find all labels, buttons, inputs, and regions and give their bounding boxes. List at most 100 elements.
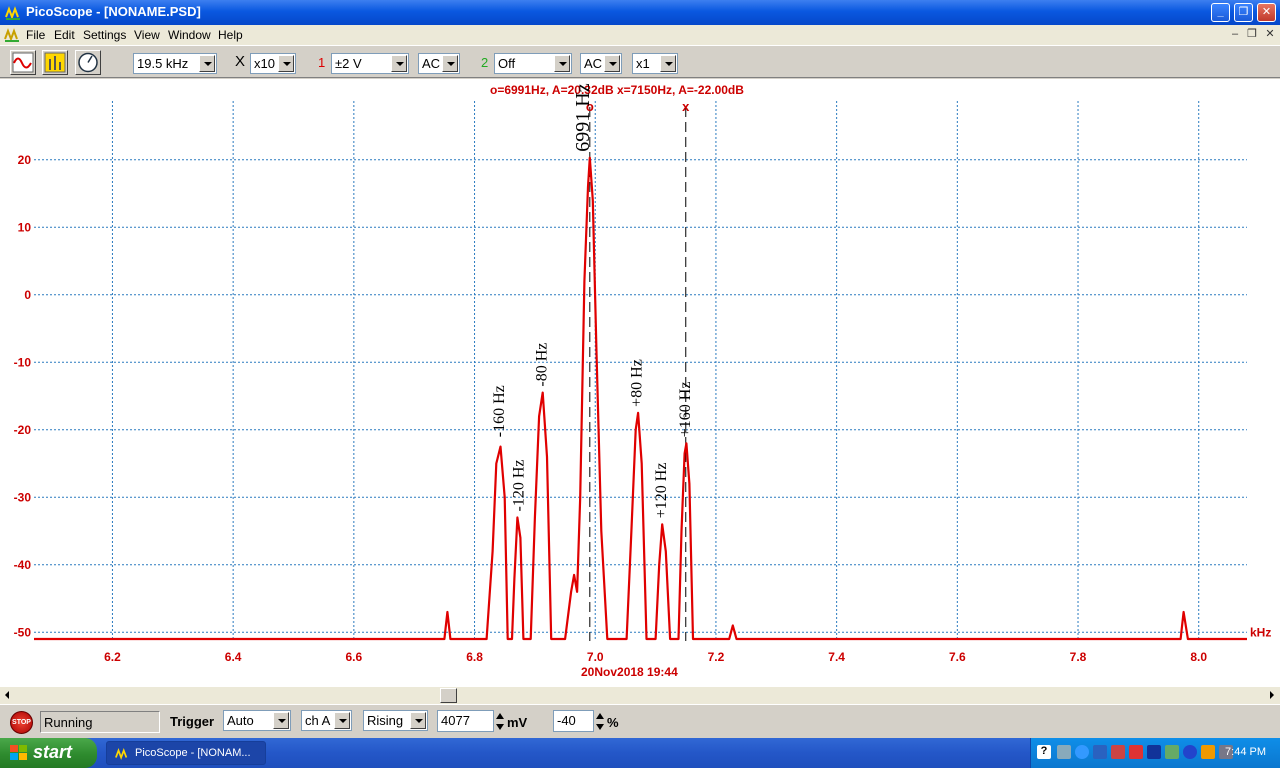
menu-edit[interactable]: Edit [54, 28, 75, 42]
help-icon[interactable]: ? [1037, 745, 1051, 759]
chevron-down-icon[interactable] [604, 55, 620, 72]
trigger-delay-value: -40 [557, 713, 576, 728]
x-tick-label: 6.2 [104, 650, 121, 664]
menu-bar: File Edit Settings View Window Help – ❐ … [0, 25, 1280, 45]
menu-file[interactable]: File [26, 28, 45, 42]
chevron-down-icon[interactable] [273, 712, 289, 729]
x-tick-label: 7.2 [708, 650, 725, 664]
channel-2-multiplier-select[interactable]: x1 [632, 53, 678, 74]
y-tick-label: 0 [24, 288, 31, 302]
trigger-edge-select[interactable]: Rising [363, 710, 428, 731]
chevron-down-icon[interactable] [442, 55, 458, 72]
peak-annotation: 6991 Hz [572, 83, 594, 151]
title-bar: PicoScope - [NONAME.PSD] _ ❐ ✕ [0, 0, 1280, 25]
x-tick-label: 8.0 [1190, 650, 1207, 664]
menu-settings[interactable]: Settings [83, 28, 126, 42]
scroll-left-arrow-icon[interactable] [0, 687, 17, 704]
channel-2-range-select[interactable]: Off [494, 53, 572, 74]
picoscope-task-icon [115, 748, 128, 760]
chevron-down-icon[interactable] [334, 712, 350, 729]
monitor-icon[interactable] [1147, 745, 1161, 759]
spectrum-view-button[interactable] [42, 50, 68, 75]
channel-1-range-select[interactable]: ±2 V [331, 53, 409, 74]
chevron-down-icon[interactable] [410, 712, 426, 729]
windows-flag-icon [10, 745, 27, 760]
trigger-level-spinner[interactable]: 4077 [437, 710, 507, 734]
network-icon[interactable] [1093, 745, 1107, 759]
channel-1-range-value: ±2 V [335, 56, 362, 71]
x-tick-label: 7.8 [1070, 650, 1087, 664]
peak-annotation: -160 Hz [491, 385, 508, 437]
picoscope-app-icon [5, 6, 20, 20]
taskbar-item-picoscope[interactable]: PicoScope - [NONAM... [106, 741, 266, 765]
mdi-close-button[interactable]: ✕ [1263, 28, 1277, 41]
menu-window[interactable]: Window [168, 28, 211, 42]
menu-view[interactable]: View [134, 28, 160, 42]
volume-icon[interactable] [1057, 745, 1071, 759]
trigger-level-input[interactable]: 4077 [437, 710, 494, 732]
warning-icon[interactable] [1201, 745, 1215, 759]
channel-2-label: 2 [481, 55, 489, 70]
x-tick-label: 7.0 [587, 650, 604, 664]
start-button[interactable]: start [0, 738, 97, 768]
trigger-channel-value: ch A [305, 713, 331, 728]
x-multiplier-select[interactable]: x10 [250, 53, 296, 74]
toolbar: 19.5 kHz X x10 1 ±2 V AC 2 Off AC x1 [0, 45, 1280, 78]
spectrum-icon [44, 52, 66, 73]
trigger-delay-input[interactable]: -40 [553, 710, 594, 732]
trigger-level-unit: mV [507, 715, 528, 730]
y-tick-label: 10 [18, 220, 32, 234]
trigger-mode-select[interactable]: Auto [223, 710, 291, 731]
x-tick-label: 7.4 [828, 650, 845, 664]
taskbar-item-label: PicoScope - [NONAM... [135, 747, 251, 759]
security-shield-icon[interactable] [1111, 745, 1125, 759]
chevron-down-icon[interactable] [554, 55, 570, 72]
trigger-delay-unit: % [607, 715, 619, 730]
status-bar: STOP Running Trigger Auto ch A Rising 40… [0, 704, 1280, 738]
scroll-right-arrow-icon[interactable] [1263, 687, 1280, 704]
menu-help[interactable]: Help [218, 28, 243, 42]
horizontal-scrollbar[interactable] [0, 687, 1280, 704]
trigger-mode-value: Auto [227, 713, 254, 728]
chevron-down-icon[interactable] [199, 55, 215, 72]
capture-datestamp: 20Nov2018 19:44 [581, 665, 678, 679]
x-tick-label: 7.6 [949, 650, 966, 664]
meter-view-button[interactable] [75, 50, 101, 75]
channel-2-coupling-select[interactable]: AC [580, 53, 622, 74]
trigger-delay-updown-icon[interactable] [595, 712, 605, 732]
spectrum-plot[interactable]: o=6991Hz, A=20.32dB x=7150Hz, A=-22.00dB… [0, 79, 1280, 687]
peak-annotation: +80 Hz [629, 359, 646, 407]
x-multiplier-value: x10 [254, 56, 275, 71]
minimize-button[interactable]: _ [1211, 3, 1230, 22]
stop-button[interactable]: STOP [10, 711, 33, 734]
taskbar: start PicoScope - [NONAM... ? 7:44 PM [0, 738, 1280, 768]
chevron-down-icon[interactable] [391, 55, 407, 72]
mdi-restore-button[interactable]: ❐ [1245, 28, 1259, 41]
document-icon[interactable] [4, 27, 20, 43]
mdi-minimize-button[interactable]: – [1228, 28, 1242, 41]
run-status-text: Running [44, 715, 93, 730]
trigger-level-value: 4077 [441, 713, 470, 728]
close-button[interactable]: ✕ [1257, 3, 1276, 22]
app-tray-icon[interactable] [1165, 745, 1179, 759]
marker-x-symbol: x [682, 99, 690, 114]
meter-icon [78, 52, 98, 73]
maximize-button[interactable]: ❐ [1234, 3, 1253, 22]
trigger-channel-select[interactable]: ch A [301, 710, 352, 731]
chevron-down-icon[interactable] [660, 55, 676, 72]
taskbar-clock: 7:44 PM [1225, 746, 1266, 758]
channel-2-range-value: Off [498, 56, 516, 71]
channel-1-coupling-select[interactable]: AC [418, 53, 460, 74]
trigger-delay-spinner[interactable]: -40 [553, 710, 608, 734]
frequency-range-select[interactable]: 19.5 kHz [133, 53, 217, 74]
bluetooth-icon[interactable] [1183, 745, 1197, 759]
start-label: start [33, 742, 73, 762]
scope-view-button[interactable] [10, 50, 36, 75]
antivirus-icon[interactable] [1129, 745, 1143, 759]
y-tick-label: -40 [14, 558, 32, 572]
scrollbar-thumb[interactable] [440, 688, 457, 703]
trigger-level-updown-icon[interactable] [495, 712, 505, 732]
trigger-edge-value: Rising [367, 713, 404, 728]
chevron-down-icon[interactable] [278, 55, 294, 72]
back-arrow-icon[interactable] [1075, 745, 1089, 759]
